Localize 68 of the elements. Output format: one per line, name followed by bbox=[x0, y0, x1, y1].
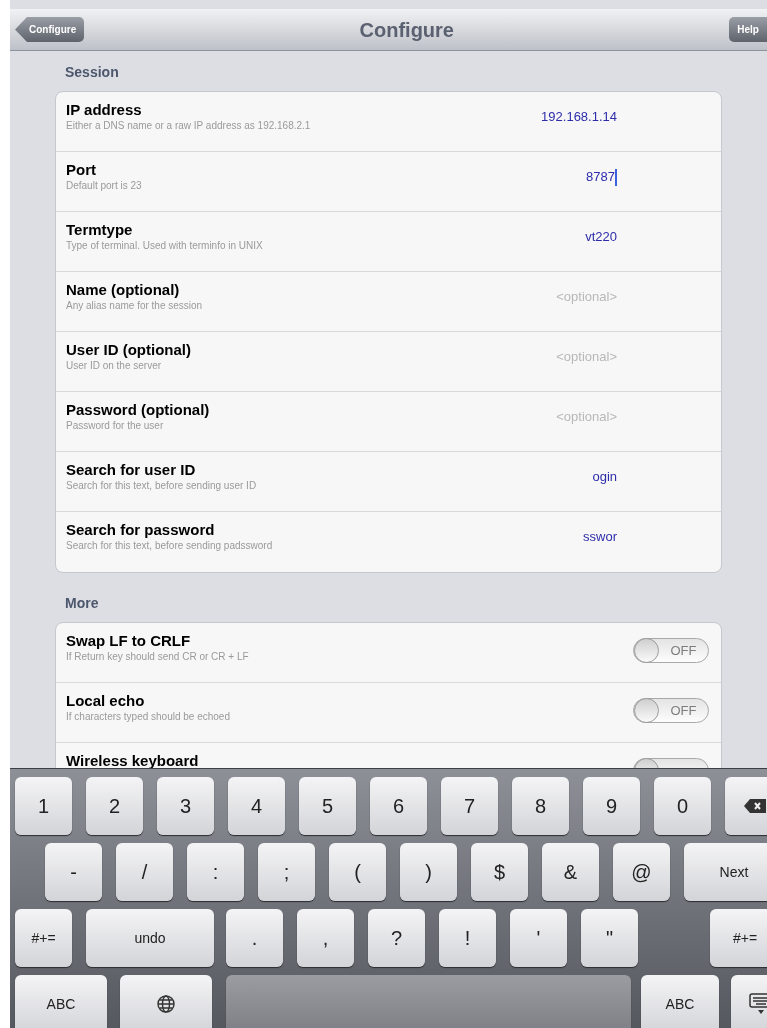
toggle-switch[interactable]: OFF bbox=[633, 698, 709, 723]
setting-label: Local echo bbox=[66, 691, 146, 710]
setting-description: User ID on the server bbox=[66, 359, 163, 373]
keyboard-key[interactable]: 3 bbox=[157, 777, 214, 835]
setting-description: Search for this text, before sending padssword bbox=[66, 539, 274, 553]
keyboard-key[interactable]: ( bbox=[329, 843, 386, 901]
text-field[interactable]: 8787 bbox=[457, 164, 709, 190]
keyboard-key[interactable]: ' bbox=[510, 909, 567, 967]
setting-label: IP address bbox=[66, 100, 143, 119]
keyboard-key[interactable]: " bbox=[581, 909, 638, 967]
setting-label: Password (optional) bbox=[66, 400, 211, 419]
text-field[interactable]: ogin bbox=[457, 464, 709, 490]
globe-icon bbox=[157, 995, 175, 1013]
setting-description: Any alias name for the session bbox=[66, 299, 204, 313]
globe-key[interactable] bbox=[120, 975, 212, 1028]
keyboard-key[interactable]: Next bbox=[684, 843, 767, 901]
keyboard-key[interactable]: 6 bbox=[370, 777, 427, 835]
keyboard-icon bbox=[749, 993, 767, 1015]
setting-label: Search for password bbox=[66, 520, 216, 539]
keyboard-key[interactable]: 2 bbox=[86, 777, 143, 835]
back-button[interactable]: Configure bbox=[15, 17, 85, 42]
setting-description: Either a DNS name or a raw IP address as 192.168.2.1 bbox=[66, 119, 312, 133]
keyboard-key[interactable]: , bbox=[297, 909, 354, 967]
keyboard-key[interactable]: ABC bbox=[15, 975, 107, 1028]
setting-label: Name (optional) bbox=[66, 280, 181, 299]
keyboard-key[interactable]: ; bbox=[258, 843, 315, 901]
keyboard-key[interactable]: 0 bbox=[654, 777, 711, 835]
keyboard-key[interactable]: ) bbox=[400, 843, 457, 901]
keyboard-key[interactable]: 7 bbox=[441, 777, 498, 835]
keyboard-key[interactable]: ! bbox=[439, 909, 496, 967]
delete-key[interactable] bbox=[725, 777, 767, 835]
keyboard-key[interactable]: 8 bbox=[512, 777, 569, 835]
keyboard-key[interactable]: - bbox=[45, 843, 102, 901]
setting-description: Default port is 23 bbox=[66, 179, 143, 193]
setting-description: Password for the user bbox=[66, 419, 165, 433]
keyboard-key[interactable]: 1 bbox=[15, 777, 72, 835]
keyboard-key[interactable]: 5 bbox=[299, 777, 356, 835]
setting-description: Search for this text, before sending user ID bbox=[66, 479, 258, 493]
help-button[interactable]: Help bbox=[729, 17, 767, 42]
setting-description: If characters typed should be echoed bbox=[66, 710, 231, 724]
setting-description: Type of terminal. Used with terminfo in UNIX bbox=[66, 239, 264, 253]
text-field[interactable]: 192.168.1.14 bbox=[457, 104, 709, 130]
nav-title: Configure bbox=[359, 17, 454, 43]
keyboard-key[interactable]: / bbox=[116, 843, 173, 901]
keyboard-key[interactable]: #+= bbox=[710, 909, 767, 967]
setting-description: If Return key should send CR or CR + LF bbox=[66, 650, 250, 664]
keyboard-key[interactable]: & bbox=[542, 843, 599, 901]
setting-label: Port bbox=[66, 160, 97, 179]
keyboard-key[interactable]: 4 bbox=[228, 777, 285, 835]
keyboard-key[interactable]: $ bbox=[471, 843, 528, 901]
section-header: More bbox=[64, 594, 100, 613]
keyboard-key[interactable]: ? bbox=[368, 909, 425, 967]
setting-label: Search for user ID bbox=[66, 460, 197, 479]
keyboard-key[interactable]: #+= bbox=[15, 909, 72, 967]
keyboard-key[interactable]: @ bbox=[613, 843, 670, 901]
keyboard-key[interactable]: . bbox=[226, 909, 283, 967]
setting-label: User ID (optional) bbox=[66, 340, 192, 359]
section-header: Session bbox=[64, 63, 120, 82]
keyboard-key[interactable]: : bbox=[187, 843, 244, 901]
keyboard-key[interactable]: undo bbox=[86, 909, 214, 967]
keyboard-key[interactable]: ABC bbox=[641, 975, 719, 1028]
setting-label: Termtype bbox=[66, 220, 134, 239]
keyboard-key[interactable]: 9 bbox=[583, 777, 640, 835]
setting-label: Swap LF to CRLF bbox=[66, 631, 192, 650]
text-field[interactable]: vt220 bbox=[457, 224, 709, 250]
toggle-switch[interactable]: OFF bbox=[633, 638, 709, 663]
text-field[interactable]: sswor bbox=[457, 524, 709, 550]
backspace-icon bbox=[744, 799, 766, 813]
